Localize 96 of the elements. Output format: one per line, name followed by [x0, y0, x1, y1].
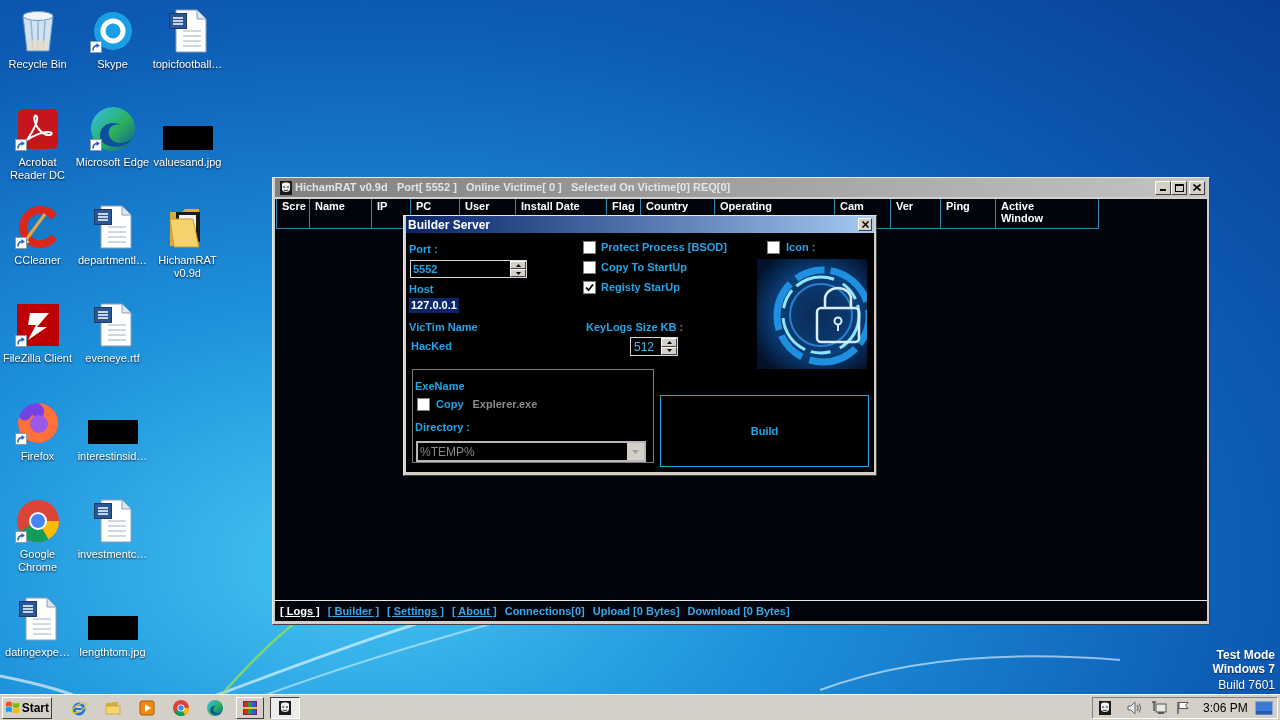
- show-desktop-icon[interactable]: [1255, 700, 1273, 715]
- os-notice-text: Test Mode: [1216, 648, 1275, 662]
- minimize-button[interactable]: [1155, 180, 1171, 195]
- column-header[interactable]: Name: [310, 199, 372, 229]
- close-button[interactable]: [858, 218, 872, 231]
- build-button[interactable]: Build: [660, 395, 869, 467]
- document-icon[interactable]: [93, 499, 132, 543]
- chrome-icon[interactable]: [16, 500, 59, 542]
- desktop-item-name[interactable]: Microsoft Edge: [75, 156, 150, 169]
- stacked-books-icon: [242, 699, 258, 716]
- field-label: Directory :: [415, 421, 471, 434]
- checkbox[interactable]: [583, 260, 596, 274]
- checkbox[interactable]: [583, 280, 596, 294]
- firefox-icon[interactable]: [16, 402, 59, 444]
- desktop-item-name[interactable]: FileZilla Client: [0, 352, 75, 365]
- column-header[interactable]: Ping: [941, 199, 996, 229]
- column-header[interactable]: Ver: [891, 199, 941, 229]
- desktop-item-name[interactable]: CCleaner: [0, 254, 75, 267]
- checkbox-label[interactable]: Protect Process [BSOD]: [601, 240, 727, 254]
- up-arrow-icon: [666, 340, 672, 344]
- taskbar-window-button[interactable]: [270, 696, 300, 719]
- status-link[interactable]: [ Logs ]: [280, 602, 320, 620]
- close-button[interactable]: [1189, 180, 1205, 195]
- checkbox[interactable]: [583, 240, 596, 254]
- mask-icon[interactable]: [1099, 700, 1111, 715]
- ccleaner-icon[interactable]: [16, 206, 59, 248]
- desktop-item-name[interactable]: Skype: [75, 58, 150, 71]
- acrobat-icon[interactable]: [17, 109, 58, 149]
- field-label: ExeName: [415, 380, 465, 393]
- host-field[interactable]: 127.0.0.1: [409, 298, 459, 313]
- column-header[interactable]: Active Window: [996, 199, 1099, 229]
- desktop-item-name[interactable]: topicfootball…: [150, 58, 225, 71]
- column-header[interactable]: Scre: [276, 199, 310, 229]
- speaker-icon[interactable]: [1127, 700, 1143, 715]
- close-icon: [1193, 184, 1201, 191]
- field-label: VicTim Name: [409, 321, 478, 334]
- status-link[interactable]: [ Builder ]: [327, 602, 380, 620]
- checkbox[interactable]: [767, 240, 780, 254]
- os-notice-text: Windows 7: [1212, 662, 1275, 676]
- desktop-item-name[interactable]: Recycle Bin: [0, 58, 75, 71]
- image-thumbnail[interactable]: [87, 420, 138, 444]
- checkmark-icon: [585, 282, 594, 292]
- chrome-icon[interactable]: [173, 699, 189, 716]
- victim-name-field[interactable]: HacKed: [411, 340, 452, 353]
- recycle-bin-icon[interactable]: [20, 10, 55, 52]
- down-arrow-icon: [666, 349, 672, 353]
- edge-icon[interactable]: [90, 107, 135, 151]
- spin-up-button[interactable]: [510, 261, 526, 269]
- os-notice-text: Build 7601: [1218, 678, 1275, 692]
- status-counter: Upload [0 Bytes]: [592, 603, 680, 619]
- checkbox-label[interactable]: Copy To StartUp: [601, 260, 687, 274]
- status-link[interactable]: [ Settings ]: [387, 602, 444, 620]
- browser-globe-icon[interactable]: [71, 699, 87, 716]
- checkbox-label[interactable]: Registy StarUp: [601, 280, 680, 294]
- down-arrow-icon: [515, 271, 521, 275]
- edge-icon[interactable]: [207, 699, 223, 716]
- mask-icon: [280, 180, 292, 195]
- desktop-item-name[interactable]: valuesand.jpg: [150, 156, 225, 169]
- maximize-button[interactable]: [1171, 180, 1187, 195]
- clock[interactable]: 3:06 PM: [1203, 700, 1248, 715]
- keylogs-spinbox[interactable]: 512: [630, 337, 678, 356]
- desktop-item-name[interactable]: Acrobat Reader DC: [0, 156, 75, 182]
- desktop-item-name[interactable]: HichamRAT v0.9d: [150, 254, 225, 280]
- document-icon[interactable]: [18, 597, 57, 641]
- image-thumbnail[interactable]: [87, 616, 138, 640]
- up-arrow-icon: [515, 263, 521, 267]
- ring-logo-icon[interactable]: [92, 11, 133, 51]
- media-player-icon[interactable]: [139, 699, 155, 716]
- maximize-icon: [1174, 183, 1184, 192]
- field-label: KeyLogs Size KB :: [586, 321, 684, 334]
- status-link[interactable]: [ About ]: [451, 602, 497, 620]
- status-counter: Connections[0]: [504, 603, 585, 619]
- start-button[interactable]: Start: [2, 696, 52, 719]
- document-icon[interactable]: [168, 9, 207, 53]
- document-icon[interactable]: [93, 303, 132, 347]
- document-icon[interactable]: [93, 205, 132, 249]
- checkbox[interactable]: [417, 398, 430, 411]
- mask-icon: [279, 700, 291, 715]
- spin-down-button[interactable]: [510, 269, 526, 277]
- image-thumbnail[interactable]: [162, 126, 213, 150]
- spin-up-button[interactable]: [661, 338, 677, 347]
- network-icon[interactable]: [1151, 700, 1167, 715]
- desktop-item-name[interactable]: departmentl…: [75, 254, 150, 267]
- field-label: Port :: [409, 243, 438, 256]
- lightning-bolt-icon[interactable]: [16, 304, 59, 346]
- caret-icon: [632, 449, 639, 454]
- spin-down-button[interactable]: [661, 346, 677, 355]
- close-icon: [861, 221, 869, 228]
- windows-logo-icon: [5, 700, 20, 715]
- window-title: HichamRAT v0.9d Port[ 5552 ] Online Victime[ 0 ] Selected On Victime[0] REQ[0]: [295, 181, 731, 194]
- field-label: Host: [409, 283, 434, 296]
- status-counter: Download [0 Bytes]: [687, 603, 790, 619]
- checkbox-label[interactable]: Copy: [436, 398, 464, 411]
- flag-icon[interactable]: [1176, 700, 1190, 715]
- port-spinbox[interactable]: 5552: [410, 260, 527, 278]
- checkbox-label[interactable]: Icon :: [786, 240, 816, 254]
